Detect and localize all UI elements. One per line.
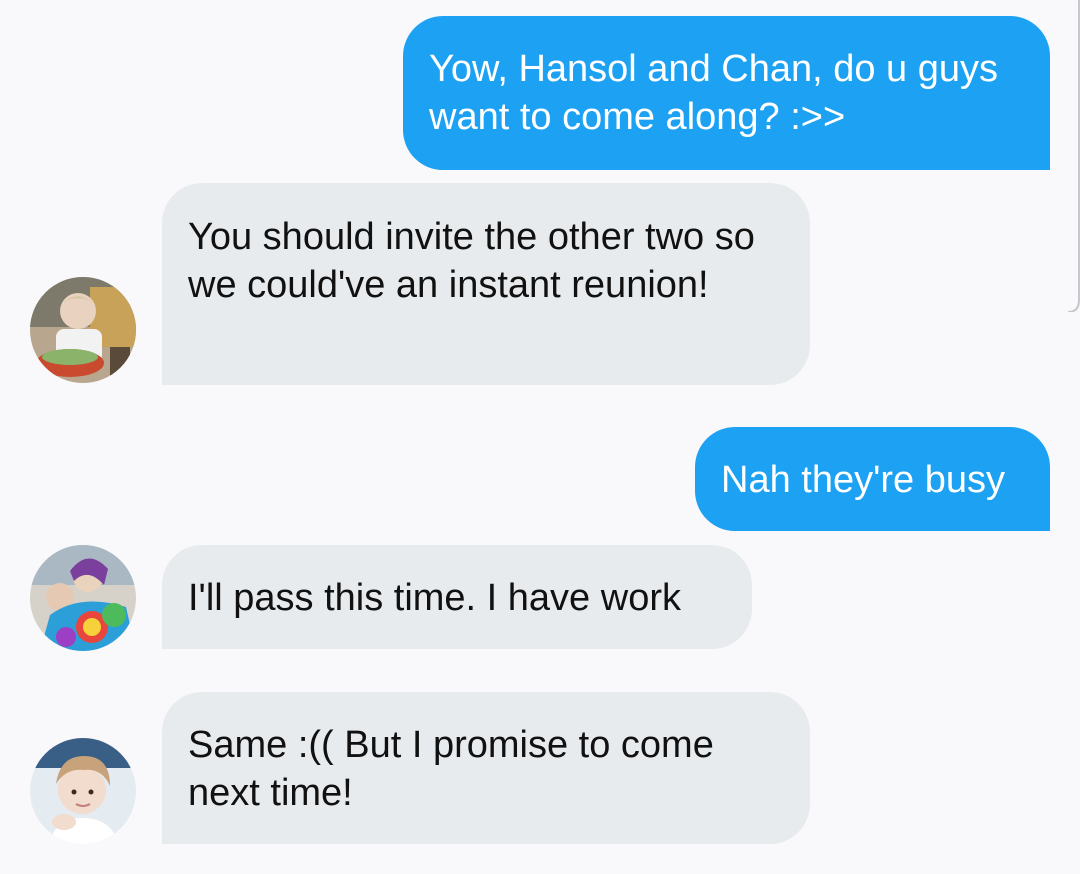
scroll-edge-indicator[interactable] [1066, 0, 1080, 312]
avatar-photo-icon [30, 545, 136, 651]
sent-message-bubble[interactable]: Nah they're busy [695, 427, 1050, 531]
sent-message-bubble[interactable]: Yow, Hansol and Chan, do u guys want to … [403, 16, 1050, 170]
contact-avatar[interactable] [30, 277, 136, 383]
message-text: Same :(( But I promise to come next time… [188, 724, 714, 814]
message-text: I'll pass this time. I have work [188, 577, 681, 619]
message-text: Yow, Hansol and Chan, do u guys want to … [429, 48, 998, 138]
contact-avatar[interactable] [30, 545, 136, 651]
message-text: You should invite the other two so we co… [188, 216, 755, 306]
avatar-photo-icon [30, 277, 136, 383]
avatar-photo-icon [30, 738, 136, 844]
received-message-bubble[interactable]: You should invite the other two so we co… [162, 183, 810, 385]
message-thread[interactable]: Yow, Hansol and Chan, do u guys want to … [0, 0, 1080, 874]
received-message-bubble[interactable]: Same :(( But I promise to come next time… [162, 692, 810, 844]
message-text: Nah they're busy [721, 459, 1005, 501]
received-message-bubble[interactable]: I'll pass this time. I have work [162, 545, 752, 649]
contact-avatar[interactable] [30, 738, 136, 844]
